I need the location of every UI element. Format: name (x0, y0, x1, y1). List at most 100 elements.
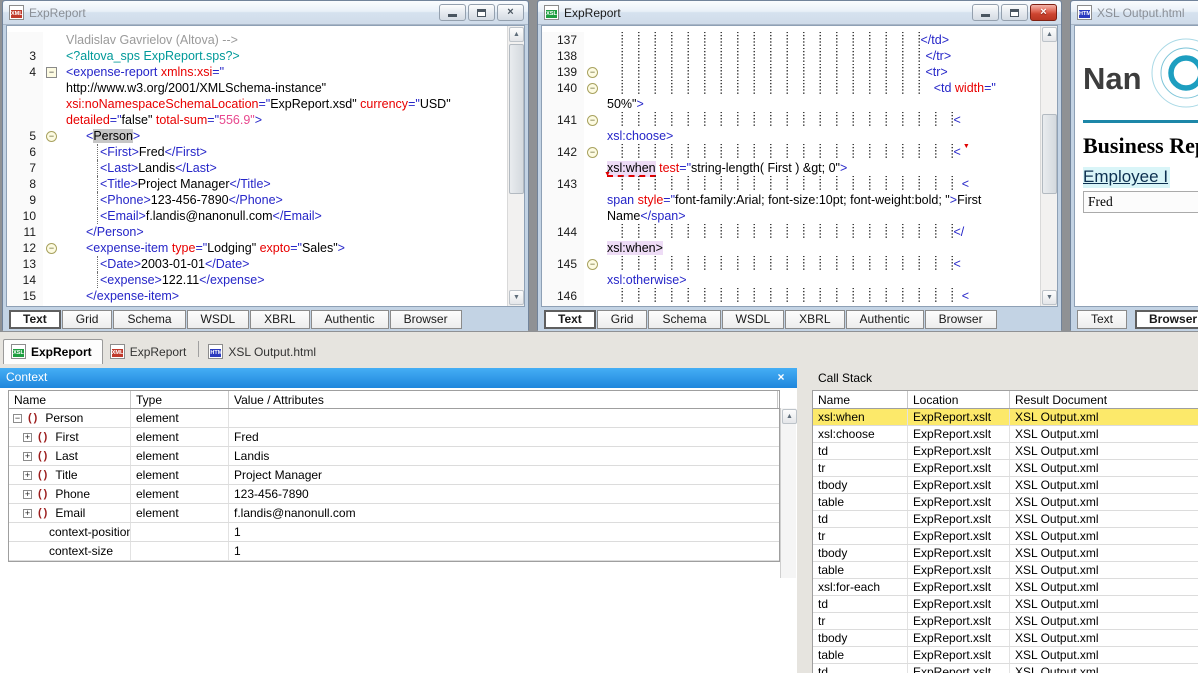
callstack-row[interactable]: tableExpReport.xsltXSL Output.xml (813, 494, 1198, 511)
column-header-name[interactable]: Name (9, 391, 131, 408)
context-row[interactable]: context-size1 (9, 542, 779, 561)
context-row[interactable]: +()TitleelementProject Manager (9, 466, 779, 485)
close-button[interactable]: × (497, 4, 524, 21)
view-tab-grid[interactable]: Grid (597, 310, 648, 329)
vertical-scrollbar[interactable]: ▲ ▼ (1040, 26, 1057, 306)
fold-column (584, 224, 603, 240)
code-token: 123-456-7890 (151, 193, 229, 207)
callstack-row[interactable]: tbodyExpReport.xsltXSL Output.xml (813, 477, 1198, 494)
expand-icon[interactable]: + (23, 452, 32, 461)
scrollbar-thumb[interactable] (509, 44, 524, 194)
close-button[interactable]: × (1030, 4, 1057, 21)
fold-toggle-icon[interactable]: − (587, 147, 598, 158)
view-tab-browser[interactable]: Browser (1135, 310, 1198, 329)
column-header-location[interactable]: Location (908, 391, 1010, 408)
callstack-row[interactable]: xsl:whenExpReport.xsltXSL Output.xml (813, 409, 1198, 426)
html-browser-preview[interactable]: Nan Business Report Employee I Fred (1074, 25, 1198, 307)
view-tab-xbrl[interactable]: XBRL (785, 310, 844, 329)
context-name: Email (55, 506, 85, 520)
scroll-up-icon[interactable]: ▲ (1042, 27, 1057, 42)
xslt-editor[interactable]: 137</td>138</tr>139−<tr>140−<td width="5… (541, 25, 1058, 307)
callstack-row[interactable]: xsl:for-eachExpReport.xsltXSL Output.xml (813, 579, 1198, 596)
callstack-row[interactable]: trExpReport.xsltXSL Output.xml (813, 528, 1198, 545)
scroll-up-icon[interactable]: ▲ (509, 27, 524, 42)
document-tab-3[interactable]: HTMXSL Output.html (201, 340, 326, 364)
callstack-row[interactable]: trExpReport.xsltXSL Output.xml (813, 460, 1198, 477)
view-tab-wsdl[interactable]: WSDL (187, 310, 250, 329)
callstack-row[interactable]: tbodyExpReport.xsltXSL Output.xml (813, 630, 1198, 647)
indent-guides (607, 256, 954, 271)
fold-toggle-icon[interactable]: − (587, 259, 598, 270)
window-titlebar[interactable]: XML ExpReport × (3, 1, 528, 25)
expand-icon[interactable]: + (23, 490, 32, 499)
fold-column (584, 32, 603, 48)
fold-toggle-icon[interactable]: − (46, 131, 57, 142)
callstack-row[interactable]: tdExpReport.xsltXSL Output.xml (813, 664, 1198, 673)
context-row[interactable]: context-position1 (9, 523, 779, 542)
context-scrollbar[interactable]: ▲ (780, 408, 796, 578)
collapse-icon[interactable]: − (13, 414, 22, 423)
scroll-down-icon[interactable]: ▼ (1042, 290, 1057, 305)
column-header-result-document[interactable]: Result Document (1010, 391, 1198, 408)
window-titlebar[interactable]: XSL ExpReport × (538, 1, 1061, 25)
callstack-row[interactable]: tableExpReport.xsltXSL Output.xml (813, 562, 1198, 579)
context-row[interactable]: +()LastelementLandis (9, 447, 779, 466)
view-tab-text[interactable]: Text (1077, 310, 1127, 329)
view-tab-text[interactable]: Text (544, 310, 596, 329)
document-tab-1[interactable]: XSLExpReport (3, 339, 103, 364)
callstack-row[interactable]: tableExpReport.xsltXSL Output.xml (813, 647, 1198, 664)
callstack-row[interactable]: tbodyExpReport.xsltXSL Output.xml (813, 545, 1198, 562)
scroll-up-icon[interactable]: ▲ (782, 409, 797, 424)
column-header-value-attributes[interactable]: Value / Attributes (229, 391, 778, 408)
fold-toggle-icon[interactable]: − (587, 83, 598, 94)
restore-button[interactable] (1001, 4, 1028, 21)
context-row[interactable]: −()Personelement (9, 409, 779, 428)
expand-icon[interactable]: + (23, 509, 32, 518)
code-text: </Person> (62, 224, 144, 240)
view-tab-schema[interactable]: Schema (113, 310, 185, 329)
fold-toggle-icon[interactable]: − (46, 67, 57, 78)
callstack-row[interactable]: tdExpReport.xsltXSL Output.xml (813, 443, 1198, 460)
view-tab-wsdl[interactable]: WSDL (722, 310, 785, 329)
callstack-row[interactable]: xsl:chooseExpReport.xsltXSL Output.xml (813, 426, 1198, 443)
fold-column (584, 208, 603, 224)
vertical-scrollbar[interactable]: ▲ ▼ (507, 26, 524, 306)
code-line: 13<Date>2003-01-01</Date> (7, 256, 507, 272)
highlighted-output-text[interactable]: Employee I (1083, 167, 1170, 188)
callstack-row[interactable]: trExpReport.xsltXSL Output.xml (813, 613, 1198, 630)
fold-toggle-icon[interactable]: − (587, 115, 598, 126)
expand-icon[interactable]: + (23, 433, 32, 442)
expand-icon[interactable]: + (23, 471, 32, 480)
code-text: span style="color:#FF0000; font-family:A… (603, 304, 931, 306)
fold-toggle-icon[interactable]: − (46, 243, 57, 254)
window-titlebar[interactable]: HTM XSL Output.html (1071, 1, 1198, 25)
view-tab-authentic[interactable]: Authentic (846, 310, 924, 329)
document-tab-2[interactable]: XMLExpReport (103, 340, 197, 364)
context-row[interactable]: +()Emailelementf.landis@nanonull.com (9, 504, 779, 523)
context-value-cell: 1 (229, 542, 778, 560)
first-name-field[interactable]: Fred (1083, 191, 1198, 213)
view-tab-authentic[interactable]: Authentic (311, 310, 389, 329)
minimize-button[interactable] (439, 4, 466, 21)
minimize-button[interactable] (972, 4, 999, 21)
column-header-name[interactable]: Name (813, 391, 908, 408)
xml-editor[interactable]: Vladislav Gavrielov (Altova) -->3<?altov… (6, 25, 525, 307)
view-tab-grid[interactable]: Grid (62, 310, 113, 329)
callstack-row[interactable]: tdExpReport.xsltXSL Output.xml (813, 511, 1198, 528)
callstack-row[interactable]: tdExpReport.xsltXSL Output.xml (813, 596, 1198, 613)
fold-toggle-icon[interactable]: − (587, 67, 598, 78)
view-tab-browser[interactable]: Browser (925, 310, 997, 329)
view-tab-text[interactable]: Text (9, 310, 61, 329)
close-icon[interactable]: × (773, 369, 789, 385)
context-row[interactable]: +()Phoneelement123-456-7890 (9, 485, 779, 504)
view-tab-browser[interactable]: Browser (390, 310, 462, 329)
scroll-down-icon[interactable]: ▼ (509, 290, 524, 305)
scrollbar-thumb[interactable] (1042, 114, 1057, 194)
restore-button[interactable] (468, 4, 495, 21)
context-panel-titlebar[interactable]: Context × (0, 368, 797, 388)
context-row[interactable]: +()FirstelementFred (9, 428, 779, 447)
view-tab-xbrl[interactable]: XBRL (250, 310, 309, 329)
view-tab-schema[interactable]: Schema (648, 310, 720, 329)
column-header-type[interactable]: Type (131, 391, 229, 408)
code-text: Vladislav Gavrielov (Altova) --> (62, 32, 238, 48)
